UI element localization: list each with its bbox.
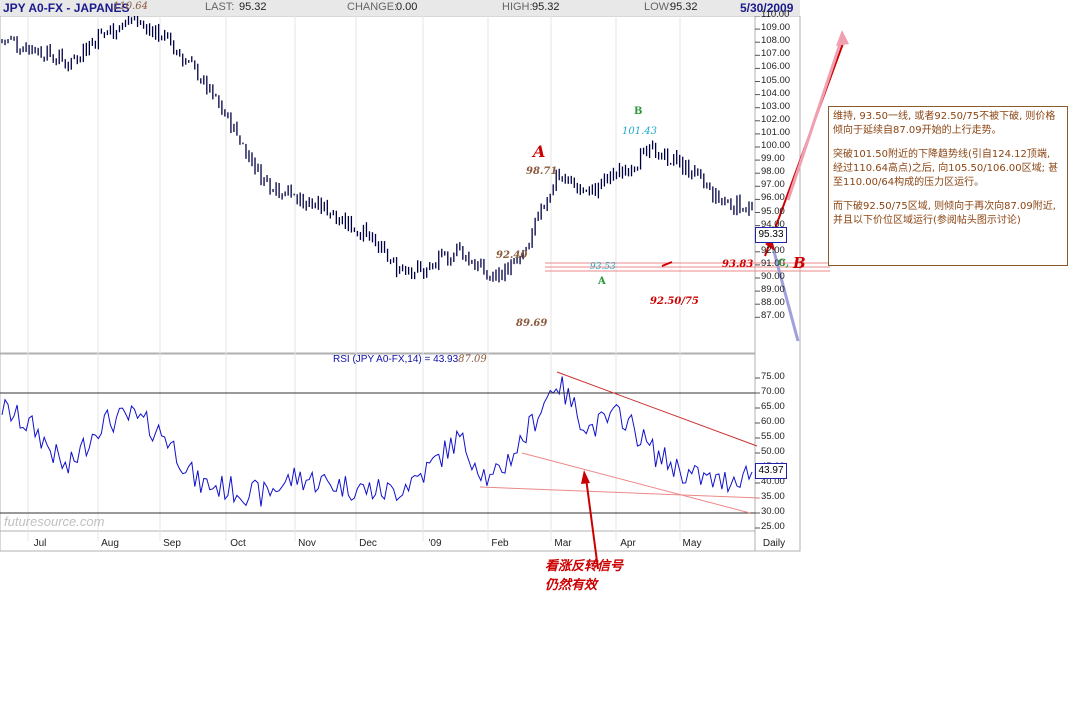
month-tick-label: Nov: [298, 538, 316, 549]
price-tick-label: 102.00: [761, 113, 791, 125]
wave-b-small-label: B: [634, 106, 643, 117]
last-value: 95.32: [239, 1, 267, 13]
rsi-tick-label: 50.00: [761, 446, 785, 457]
title-value: 110.64: [113, 1, 148, 12]
rsi-label-extra: 87.09: [458, 354, 487, 365]
ann-89-69: 89.69: [516, 318, 548, 329]
wave-a-label: A: [533, 142, 546, 161]
price-tick-label: 89.00: [761, 284, 785, 296]
month-tick-label: Sep: [163, 538, 181, 549]
high-value: 95.32: [532, 1, 560, 13]
ann-93-53: 93.53: [590, 262, 616, 272]
month-tick-label: Aug: [101, 538, 119, 549]
rsi-last-box: 43.97: [755, 463, 787, 479]
price-tick-label: 106.00: [761, 61, 791, 73]
price-tick-label: 101.00: [761, 126, 791, 138]
rsi-tick-label: 60.00: [761, 416, 785, 427]
rsi-tick-label: 25.00: [761, 521, 785, 532]
symbol-title: JPY A0-FX - JAPANES: [3, 1, 130, 15]
price-tick-label: 99.00: [761, 153, 785, 165]
arrowhead-up: [836, 30, 849, 46]
month-tick-label: Apr: [620, 538, 636, 549]
high-label: HIGH:: [502, 1, 533, 13]
rsi-tick-label: 55.00: [761, 431, 785, 442]
analysis-note: 维持, 93.50一线, 或者92.50/75不被下破, 则价格倾向于延续自87…: [828, 106, 1068, 266]
month-tick-label: Dec: [359, 538, 377, 549]
month-tick-label: Oct: [230, 538, 246, 549]
rsi-tick-label: 70.00: [761, 386, 785, 397]
ann-98-71: 98.71: [526, 166, 558, 177]
price-tick-label: 92.00: [761, 244, 785, 256]
month-tick-label: Jul: [34, 538, 47, 549]
price-tick-label: 110.00: [761, 9, 790, 20]
price-tick-label: 109.00: [761, 22, 791, 34]
quote-header: JPY A0-FX - JAPANES 110.64 LAST: 95.32 C…: [0, 0, 800, 17]
ann-101-43: 101.43: [622, 126, 657, 137]
rsi-indicator-label: RSI (JPY A0-FX,14) = 43.9387.09: [333, 354, 487, 365]
month-tick-label: Daily: [763, 538, 785, 549]
last-label: LAST:: [205, 1, 235, 13]
price-tick-label: 105.00: [761, 74, 791, 86]
signal-line-2: 仍然有效: [545, 578, 598, 593]
change-value: 0.00: [396, 1, 418, 13]
price-tick-label: 98.00: [761, 166, 785, 178]
note-paragraph-3: 而下破92.50/75区域, 则倾向于再次向87.09附近, 并且以下价位区域运…: [833, 201, 1056, 226]
ann-92-50-75: 92.50/75: [650, 296, 699, 307]
price-tick-label: 104.00: [761, 87, 791, 99]
month-tick-label: Feb: [491, 538, 509, 549]
signal-callout: 看涨反转信号 仍然有效: [545, 557, 623, 595]
price-tick-label: 107.00: [761, 48, 791, 60]
rsi-tick-label: 30.00: [761, 506, 785, 517]
note-paragraph-2: 突破101.50附近的下降趋势线(引自124.12顶端, 经过110.64高点)…: [833, 149, 1059, 188]
change-label: CHANGE:: [347, 1, 398, 13]
ann-92-40: 92.40: [496, 250, 528, 261]
rsi-tick-label: 35.00: [761, 491, 785, 502]
rsi-tick-label: 75.00: [761, 371, 785, 382]
price-tick-label: 97.00: [761, 179, 785, 191]
price-tick-label: 96.00: [761, 192, 785, 204]
note-paragraph-1: 维持, 93.50一线, 或者92.50/75不被下破, 则价格倾向于延续自87…: [833, 111, 1056, 136]
price-tick-label: 87.00: [761, 310, 785, 322]
rsi-label-text: RSI (JPY A0-FX,14) = 43.93: [333, 354, 459, 365]
price-last-box: 95.33: [755, 227, 787, 243]
price-tick-label: 88.00: [761, 297, 785, 309]
rsi-tick-label: 65.00: [761, 401, 785, 412]
price-tick-label: 90.00: [761, 271, 785, 282]
month-tick-label: May: [683, 538, 702, 549]
ann-93-83: 93.83: [722, 259, 754, 270]
price-tick-label: 103.00: [761, 100, 791, 112]
watermark: futuresource.com: [4, 514, 105, 529]
month-tick-label: '09: [428, 538, 441, 549]
signal-line-1: 看涨反转信号: [545, 559, 624, 574]
wave-a-small-label: A: [598, 276, 606, 287]
price-panel-frame: [0, 16, 756, 354]
low-label: LOW:: [644, 1, 672, 13]
month-tick-label: Mar: [554, 538, 572, 549]
wave-c-label: C,: [778, 258, 790, 269]
price-tick-label: 95.00: [761, 205, 785, 217]
low-value: 95.32: [670, 1, 698, 13]
price-tick-label: 108.00: [761, 35, 791, 47]
wave-b-label: B: [793, 254, 806, 272]
price-tick-label: 100.00: [761, 140, 791, 151]
